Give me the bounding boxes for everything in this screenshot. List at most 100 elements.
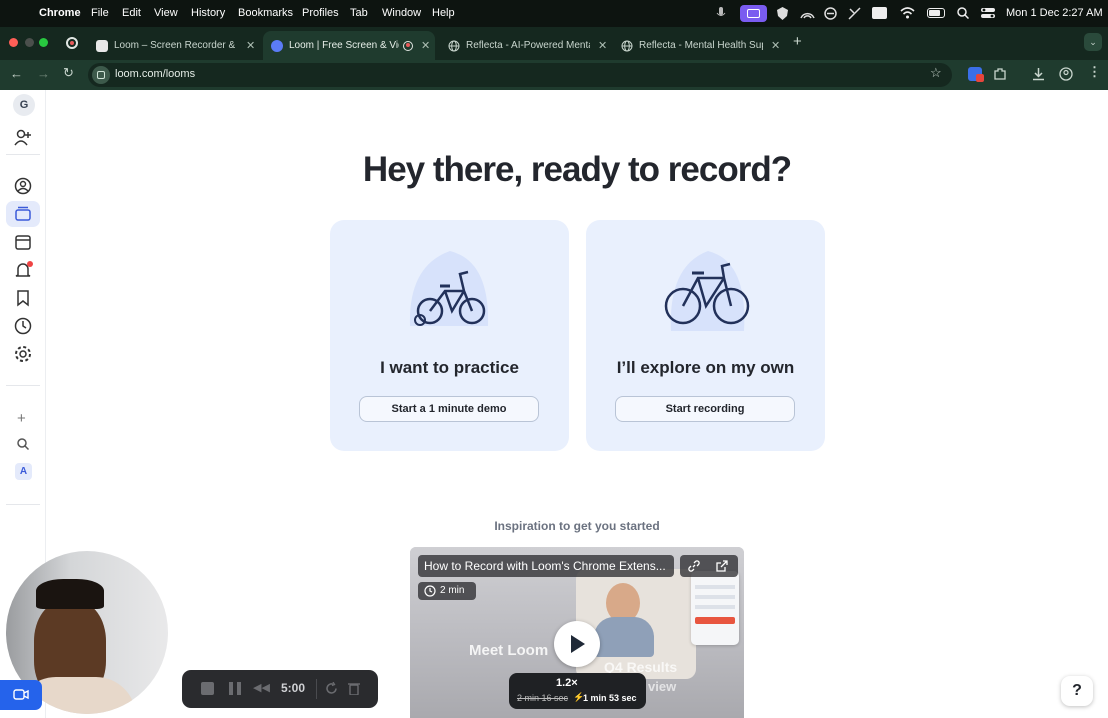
menu-history[interactable]: History	[191, 7, 225, 19]
start-demo-button[interactable]: Start a 1 minute demo	[359, 396, 539, 422]
spotlight-search-icon[interactable]	[957, 7, 969, 19]
pause-icon[interactable]	[229, 682, 241, 695]
menu-app-name[interactable]: Chrome	[39, 7, 81, 19]
play-button[interactable]	[554, 621, 600, 667]
start-recording-button[interactable]: Start recording	[615, 396, 795, 422]
site-info-icon[interactable]	[92, 66, 110, 84]
profile-icon[interactable]	[1059, 67, 1073, 81]
speed-text: 1.2×	[556, 677, 578, 689]
tools-icon[interactable]	[848, 7, 861, 20]
pdf-icon[interactable]	[872, 7, 887, 19]
tab-strip: Loom – Screen Recorder & Sc ✕ Loom | Fre…	[0, 27, 1108, 60]
recording-indicator-icon	[403, 40, 413, 51]
shield-icon[interactable]	[776, 7, 789, 20]
play-icon	[571, 635, 585, 653]
menu-bookmarks[interactable]: Bookmarks	[238, 7, 293, 19]
download-icon[interactable]	[1032, 67, 1045, 81]
speed-badge: 1.2× 2 min 16 sec ⚡ 1 min 53 sec	[509, 673, 646, 709]
user-circle-icon[interactable]	[13, 176, 33, 196]
divider	[6, 154, 40, 155]
reload-icon[interactable]: ↻	[63, 65, 74, 81]
video-overlay-text: view	[648, 679, 677, 694]
practice-card[interactable]: I want to practice Start a 1 minute demo	[330, 220, 569, 451]
forward-icon[interactable]: →	[37, 66, 50, 81]
rewind-icon[interactable]: ◀◀	[253, 681, 270, 694]
arc-icon[interactable]	[800, 6, 815, 20]
search-icon[interactable]	[16, 437, 36, 457]
menu-window[interactable]: Window	[382, 7, 421, 19]
inspiration-heading: Inspiration to get you started	[494, 519, 660, 533]
close-tab-icon[interactable]: ✕	[771, 39, 780, 52]
circle-status-icon[interactable]	[824, 7, 837, 20]
address-bar[interactable]	[88, 63, 952, 87]
library-nav-active[interactable]	[6, 201, 40, 227]
back-icon[interactable]: ←	[10, 66, 23, 81]
video-actions	[680, 555, 738, 577]
battery-icon[interactable]	[927, 8, 945, 18]
stop-icon[interactable]	[201, 682, 214, 695]
add-icon[interactable]: +	[17, 410, 26, 427]
divider	[6, 504, 40, 505]
tab-loom-extension[interactable]: Loom – Screen Recorder & Sc ✕	[88, 31, 263, 60]
video-title: How to Record with Loom's Chrome Extens.…	[418, 555, 674, 577]
tab-search-button[interactable]: ⌄	[1084, 33, 1102, 51]
close-tab-icon[interactable]: ✕	[421, 39, 430, 52]
wifi-icon[interactable]	[900, 7, 915, 19]
clock-icon	[424, 585, 436, 597]
trash-icon[interactable]	[348, 682, 360, 695]
camera-toggle-button[interactable]	[0, 680, 42, 710]
minimize-window-button[interactable]	[25, 38, 34, 47]
original-time-text: 2 min 16 sec	[517, 693, 569, 703]
new-tab-button[interactable]: +	[793, 33, 802, 50]
globe-icon	[621, 40, 633, 51]
notifications-bell-icon[interactable]	[13, 260, 33, 280]
menu-file[interactable]: File	[91, 7, 109, 19]
close-tab-icon[interactable]: ✕	[598, 39, 607, 52]
extensions-puzzle-icon[interactable]	[993, 67, 1007, 81]
restart-icon[interactable]	[325, 682, 338, 695]
close-window-button[interactable]	[9, 38, 18, 47]
control-center-icon[interactable]	[980, 6, 996, 20]
close-tab-icon[interactable]: ✕	[246, 39, 255, 52]
page-headline: Hey there, ready to record?	[362, 150, 792, 189]
bike-illustration	[664, 251, 750, 331]
extension-badge-icon[interactable]	[968, 67, 984, 82]
menubar-clock[interactable]: Mon 1 Dec 2:27 AM	[1006, 7, 1103, 19]
calendar-icon[interactable]	[13, 232, 33, 252]
globe-icon	[448, 40, 460, 51]
microphone-icon[interactable]	[716, 7, 726, 20]
space-avatar[interactable]: A	[15, 463, 32, 480]
copy-link-icon[interactable]	[688, 560, 700, 572]
menu-edit[interactable]: Edit	[122, 7, 141, 19]
tab-loom-active[interactable]: Loom | Free Screen & Vide ✕	[263, 31, 435, 60]
menu-profiles[interactable]: Profiles	[302, 7, 339, 19]
divider	[316, 679, 317, 699]
menu-tab[interactable]: Tab	[350, 7, 368, 19]
loom-favicon-icon	[271, 39, 283, 52]
bookmark-icon[interactable]	[13, 288, 33, 308]
tab-reflecta-ai[interactable]: Reflecta - AI-Powered Menta ✕	[440, 31, 608, 60]
screen-record-icon[interactable]	[740, 5, 767, 22]
add-member-icon[interactable]	[13, 128, 33, 148]
tab-title: Reflecta - Mental Health Sup	[639, 40, 763, 51]
help-button[interactable]: ?	[1061, 676, 1093, 706]
menu-view[interactable]: View	[154, 7, 178, 19]
url-text[interactable]: loom.com/looms	[115, 68, 195, 80]
practice-card-title: I want to practice	[380, 358, 519, 377]
open-external-icon[interactable]	[716, 560, 728, 572]
settings-gear-icon[interactable]	[13, 344, 33, 364]
bookmark-star-icon[interactable]: ☆	[930, 65, 942, 81]
explore-card[interactable]: I’ll explore on my own Start recording	[586, 220, 825, 451]
tab-reflecta-support[interactable]: Reflecta - Mental Health Sup ✕	[613, 31, 783, 60]
menu-help[interactable]: Help	[432, 7, 455, 19]
zoom-window-button[interactable]	[39, 38, 48, 47]
fast-time-text: 1 min 53 sec	[583, 693, 637, 703]
tutorial-video-player[interactable]: How to Record with Loom's Chrome Extens.…	[410, 547, 744, 718]
history-clock-icon[interactable]	[13, 316, 33, 336]
explore-card-title: I’ll explore on my own	[616, 358, 795, 377]
workspace-avatar[interactable]: G	[13, 94, 35, 116]
divider	[6, 385, 40, 386]
tab-title: Loom | Free Screen & Vide	[289, 40, 399, 51]
more-menu-icon[interactable]: ⋮	[1088, 64, 1101, 80]
record-tab-icon[interactable]	[66, 37, 78, 49]
